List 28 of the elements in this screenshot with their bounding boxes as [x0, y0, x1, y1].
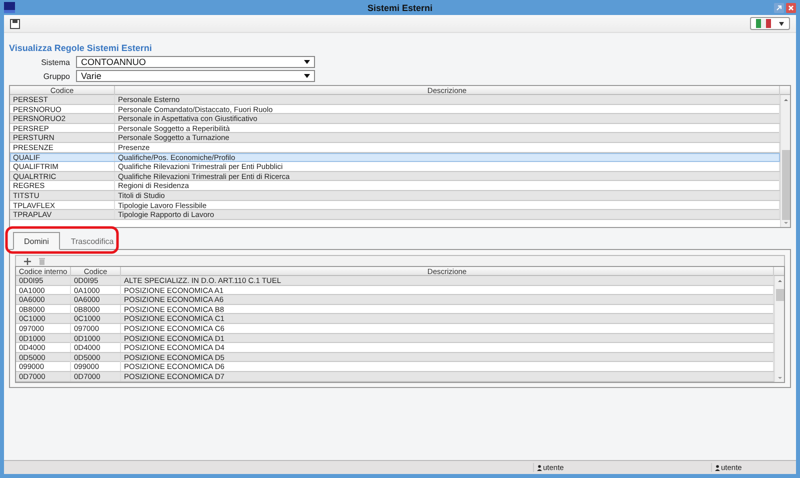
- tab[interactable]: Domini: [13, 232, 60, 250]
- field-label: Sistema: [40, 58, 71, 66]
- scrollbar[interactable]: [774, 276, 784, 382]
- scroll-thumb[interactable]: [776, 289, 784, 301]
- field-label: Gruppo: [42, 72, 71, 80]
- caret-icon: [779, 22, 784, 26]
- user-icon: [537, 464, 542, 470]
- language-dropdown[interactable]: [750, 17, 790, 30]
- trash-icon[interactable]: [39, 258, 45, 264]
- flag-icon: [756, 19, 771, 28]
- scroll-thumb[interactable]: [782, 150, 790, 220]
- caret-icon: [304, 74, 310, 78]
- scroll-up-icon[interactable]: [782, 97, 788, 103]
- user-icon: [715, 464, 720, 470]
- caret-icon: [304, 60, 310, 64]
- app-icon: [4, 2, 15, 13]
- select-field[interactable]: CONTOANNUO: [76, 56, 315, 68]
- tab[interactable]: Trascodifica: [60, 232, 125, 250]
- scroll-down-icon[interactable]: [776, 374, 782, 381]
- select-field[interactable]: Varie: [76, 70, 315, 82]
- save-icon[interactable]: [10, 18, 20, 28]
- add-icon[interactable]: [24, 258, 31, 264]
- page-heading: Visualizza Regole Sistemi Esterni: [9, 43, 153, 53]
- window-title: Sistemi Esterni: [366, 2, 434, 12]
- scrollbar[interactable]: [780, 95, 790, 227]
- scroll-up-icon[interactable]: [776, 278, 782, 284]
- close-icon[interactable]: [786, 2, 796, 12]
- restore-icon[interactable]: [774, 2, 784, 12]
